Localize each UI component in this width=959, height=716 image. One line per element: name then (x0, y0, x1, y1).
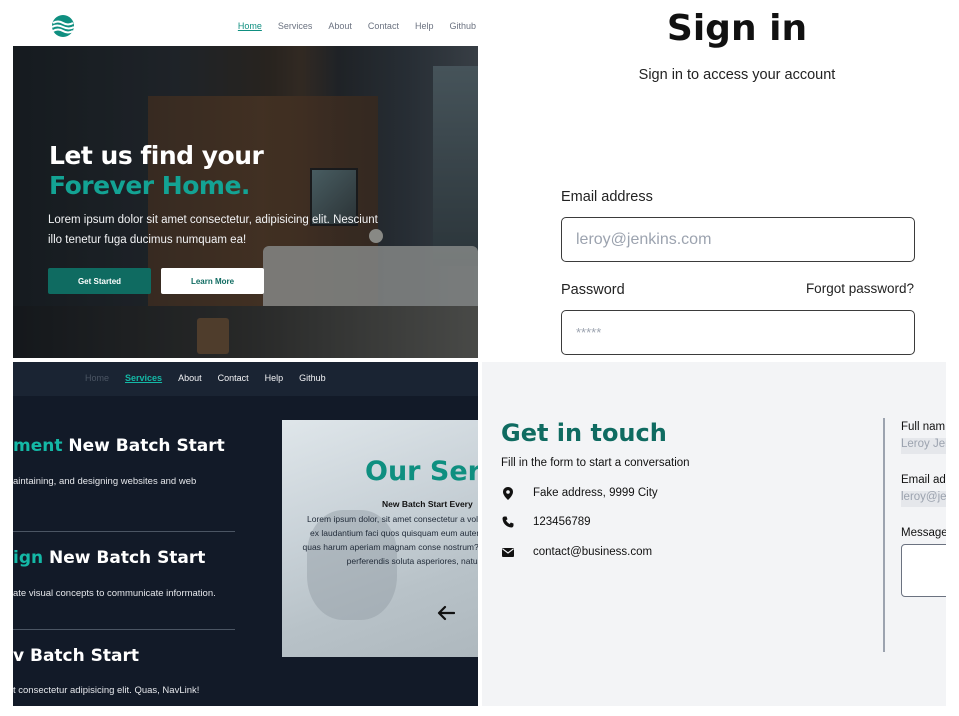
service-divider (13, 629, 235, 630)
form-email-label: Email ad (901, 474, 946, 486)
service-heading: ign New Batch Start (13, 548, 205, 568)
services-card-title: Our Serv (365, 456, 478, 487)
services-card-body: Lorem ipsum dolor, sit amet consectetur … (302, 514, 479, 566)
nav-link-services[interactable]: Services (125, 373, 162, 383)
contact-panel: Get in touch Fill in the form to start a… (482, 362, 946, 706)
landing-nav-links: Home Services About Contact Help Github (222, 21, 476, 31)
nav-link-home[interactable]: Home (85, 373, 109, 383)
wave-logo-icon[interactable] (51, 15, 75, 37)
service-heading-text: New Batch Start (43, 548, 206, 568)
nav-link-contact[interactable]: Contact (218, 373, 249, 383)
signin-title: Sign in (666, 8, 808, 49)
contact-address-text: Fake address, 9999 City (533, 487, 658, 499)
contact-phone: 123456789 (501, 515, 591, 529)
service-description: ate visual concepts to communicate infor… (13, 588, 216, 599)
services-panel: Home Services About Contact Help Github … (13, 362, 478, 706)
contact-subtitle: Fill in the form to start a conversation (501, 457, 690, 469)
signin-panel: Sign in Sign in to access your account E… (482, 0, 946, 358)
service-heading: v Batch Start (13, 646, 139, 666)
screenshot-collage: Home Services About Contact Help Github … (0, 0, 959, 716)
hero-section: Let us find your Forever Home. Lorem ips… (13, 46, 478, 358)
service-divider (13, 531, 235, 532)
contact-email: contact@business.com (501, 545, 652, 559)
fullname-label: Full nam (901, 421, 946, 433)
email-label: Email address (561, 189, 653, 205)
envelope-icon (501, 545, 515, 559)
service-heading-text: New Batch Start (62, 436, 225, 456)
contact-phone-text: 123456789 (533, 516, 591, 528)
nav-link-github[interactable]: Github (299, 373, 326, 383)
location-pin-icon (501, 486, 515, 500)
service-heading: ment New Batch Start (13, 436, 225, 456)
contact-address: Fake address, 9999 City (501, 486, 658, 500)
hero-title-accent: Forever Home. (49, 171, 250, 200)
landing-panel: Home Services About Contact Help Github … (13, 0, 478, 358)
landing-navbar: Home Services About Contact Help Github (13, 0, 478, 46)
nav-link-about[interactable]: About (178, 373, 202, 383)
contact-email-text: contact@business.com (533, 546, 653, 558)
service-heading-accent: ign (13, 548, 44, 568)
service-description: t consectetur adipisicing elit. Quas, Na… (13, 685, 200, 696)
message-textarea[interactable] (901, 544, 946, 597)
fullname-input[interactable]: Leroy Jer (901, 438, 946, 454)
get-started-button[interactable]: Get Started (48, 268, 151, 294)
nav-link-home[interactable]: Home (238, 21, 262, 31)
hero-overlay (13, 46, 478, 358)
hero-description: Lorem ipsum dolor sit amet consectetur, … (48, 214, 378, 246)
services-navbar: Home Services About Contact Help Github (13, 362, 478, 396)
nav-link-about[interactable]: About (328, 21, 352, 31)
nav-link-contact[interactable]: Contact (368, 21, 399, 31)
phone-icon (501, 515, 515, 529)
service-description: aintaining, and designing websites and w… (13, 476, 197, 487)
form-email-input[interactable]: leroy@je (901, 491, 946, 507)
service-heading-accent: ment (13, 436, 63, 456)
nav-link-services[interactable]: Services (278, 21, 313, 31)
password-input[interactable]: ***** (561, 310, 915, 355)
services-card: Our Serv New Batch Start Every Lorem ips… (282, 420, 478, 657)
password-label: Password (561, 282, 625, 298)
arrow-left-icon[interactable] (437, 605, 455, 621)
nav-link-help[interactable]: Help (415, 21, 434, 31)
learn-more-button[interactable]: Learn More (161, 268, 264, 294)
message-label: Message (901, 527, 946, 539)
contact-title: Get in touch (501, 419, 667, 447)
services-card-subtitle: New Batch Start Every (382, 499, 473, 509)
forgot-password-link[interactable]: Forgot password? (806, 281, 914, 296)
signin-subtitle: Sign in to access your account (638, 67, 836, 83)
contact-divider (883, 418, 885, 652)
email-input[interactable]: leroy@jenkins.com (561, 217, 915, 262)
service-heading-text: v Batch Start (13, 646, 140, 666)
nav-link-github[interactable]: Github (449, 21, 476, 31)
nav-link-help[interactable]: Help (265, 373, 284, 383)
services-nav-links: Home Services About Contact Help Github (85, 373, 342, 383)
hero-title: Let us find your (49, 141, 264, 170)
